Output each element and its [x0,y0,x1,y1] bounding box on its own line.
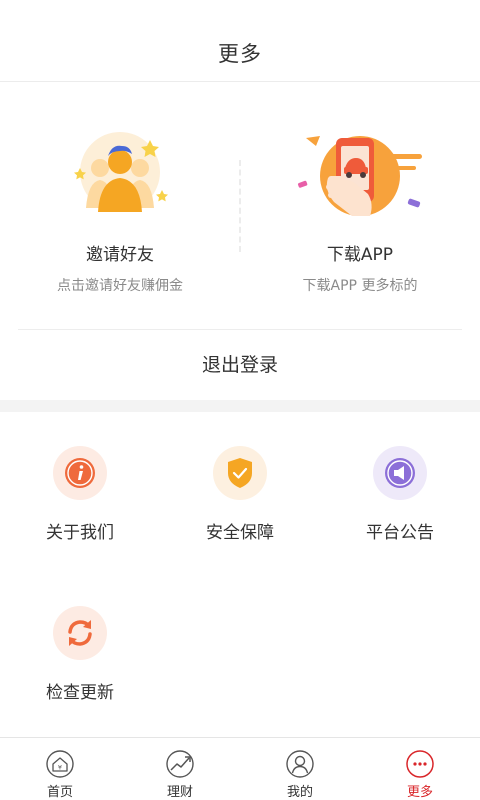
tab-label-finance: 理财 [166,785,193,800]
home-icon: ¥ [46,750,74,778]
promo-section: 邀请好友 点击邀请好友赚佣金 下载APP 下载APP 更多标的 [0,82,480,328]
menu-label-security: 安全保障 [206,523,274,543]
top-bar: 更多 [0,0,480,82]
tab-more[interactable]: 更多 [360,738,480,800]
download-app-card[interactable]: 下载APP 下载APP 更多标的 [240,82,480,328]
menu-label-announcement: 平台公告 [366,523,434,543]
menu-label-about-us: 关于我们 [46,523,114,543]
invite-friends-title: 邀请好友 [86,245,154,265]
download-app-desc: 下载APP 更多标的 [302,278,418,294]
invite-friends-card[interactable]: 邀请好友 点击邀请好友赚佣金 [0,82,240,328]
tab-mine[interactable]: 我的 [240,738,360,800]
invite-friends-icon [74,132,168,212]
menu-item-announcement[interactable]: 平台公告 [320,430,480,580]
menu-item-about-us[interactable]: 关于我们 [0,430,160,580]
logout-button[interactable]: 退出登录 [0,330,480,400]
section-gap [0,400,480,412]
download-app-icon [297,136,422,216]
svg-text:¥: ¥ [58,764,62,772]
page-title: 更多 [218,42,262,66]
info-icon [53,446,107,500]
menu-label-check-update: 检查更新 [46,683,114,703]
tab-label-home: 首页 [46,785,73,800]
chart-trend-icon [166,750,194,778]
announcement-icon [373,446,427,500]
tab-label-mine: 我的 [286,785,313,800]
user-icon [286,750,314,778]
tab-label-more: 更多 [406,785,433,800]
tab-finance[interactable]: 理财 [120,738,240,800]
refresh-icon [53,606,107,660]
tab-home[interactable]: ¥ 首页 [0,738,120,800]
download-app-title: 下载APP [326,245,394,265]
menu-item-security[interactable]: 安全保障 [160,430,320,580]
invite-friends-desc: 点击邀请好友赚佣金 [57,278,183,294]
more-icon [406,750,434,778]
bottom-tab-bar: ¥ 首页 理财 我的 更多 [0,737,480,800]
menu-item-check-update[interactable]: 检查更新 [0,590,160,740]
shield-icon [213,446,267,500]
